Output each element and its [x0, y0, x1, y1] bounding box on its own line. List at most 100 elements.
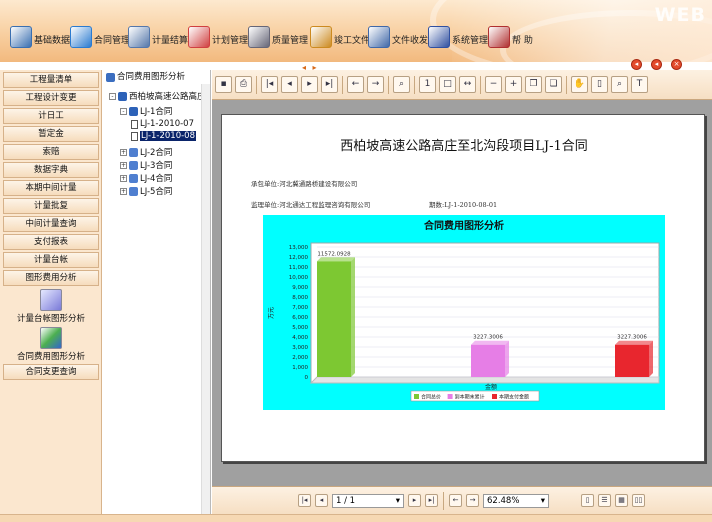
back-icon[interactable]: ← — [449, 494, 462, 507]
last-page-icon[interactable]: ▸| — [321, 76, 338, 93]
contract-icon — [70, 26, 92, 48]
toolbar-button-7[interactable]: 文件收发 — [368, 18, 428, 50]
page-setup-icon[interactable]: ▯ — [591, 76, 608, 93]
contract-icon — [129, 186, 138, 196]
project-icon — [118, 91, 127, 101]
nav-item-11[interactable]: 计量台帐 — [3, 252, 99, 268]
forward-icon[interactable]: → — [466, 494, 479, 507]
tree-node[interactable]: + LJ-2合同 — [120, 146, 172, 158]
last-page-icon[interactable]: ▸| — [425, 494, 438, 507]
toolbar-button-4[interactable]: 计划管理 — [188, 18, 248, 50]
toolbar-button-label: 计划管理 — [212, 36, 249, 46]
nav-item-12[interactable]: 图形费用分析 — [3, 270, 99, 286]
print-icon[interactable]: ⎙ — [235, 76, 252, 93]
legend-swatch — [447, 394, 453, 399]
viewer-statusbar: |◂ ◂ 1 / 1 ▾ ▸ ▸| ← → 62.48% ▾ ▯ ☰ ▦ ▯▯ — [212, 486, 712, 514]
nav-item-8[interactable]: 计量批复 — [3, 198, 99, 214]
actual-size-icon[interactable]: 1 — [419, 76, 436, 93]
tree-node[interactable]: + LJ-5合同 — [120, 185, 172, 197]
tree-node[interactable]: LJ-1-2010-08 — [131, 131, 196, 141]
ledger-chart-icon — [40, 289, 62, 311]
paste-icon[interactable]: ❏ — [545, 76, 562, 93]
expand-icon[interactable]: + — [120, 187, 127, 195]
nav-item-contract-change-query[interactable]: 合同支更查询 — [3, 364, 99, 380]
zoom-out-icon[interactable]: − — [485, 76, 502, 93]
first-page-icon[interactable]: |◂ — [298, 494, 311, 507]
contract-tree-panel: 合同费用图形分析 - 西柏坡高速公路高庄 - LJ-1合同 LJ-1-2010-07… — [103, 70, 211, 514]
forward-icon[interactable]: → — [367, 76, 384, 93]
tree-node[interactable]: - LJ-1合同 — [120, 105, 172, 117]
tree-node[interactable]: + LJ-4合同 — [120, 172, 172, 184]
supervisor-line: 监理单位:河北通达工程监理咨询有限公司 — [251, 201, 371, 209]
tree-root-node[interactable]: - 西柏坡高速公路高庄 — [109, 90, 206, 102]
toolbar-button-label: 文件收发 — [392, 36, 429, 46]
zoom-in-icon[interactable]: + — [505, 76, 522, 93]
zoom-selector[interactable]: 62.48% ▾ — [483, 493, 549, 508]
find-icon[interactable]: ⌕ — [611, 76, 628, 93]
single-page-icon[interactable]: ▯ — [581, 494, 594, 507]
tree-scrollbar[interactable] — [201, 84, 210, 514]
bar-top — [317, 257, 355, 262]
first-page-icon[interactable]: |◂ — [261, 76, 278, 93]
save-icon[interactable]: ▪ — [215, 76, 232, 93]
legend-swatch — [414, 394, 419, 399]
y-tick-label: 7,000 — [292, 305, 308, 311]
fit-page-icon[interactable]: □ — [439, 76, 456, 93]
minimize-icon[interactable]: ◂ — [631, 59, 642, 70]
bar-side — [505, 340, 509, 377]
nav-item-3[interactable]: 计日工 — [3, 108, 99, 124]
copy-icon[interactable]: ❐ — [525, 76, 542, 93]
legend-swatch — [492, 394, 497, 399]
report-page: 西柏坡高速公路高庄至北沟段项目LJ-1合同 承包单位:河北冀通路桥建设有限公司 … — [221, 114, 705, 462]
toolbar-button-5[interactable]: 质量管理 — [248, 18, 308, 50]
nav-item-2[interactable]: 工程设计变更 — [3, 90, 99, 106]
tree-root-label: 西柏坡高速公路高庄 — [129, 92, 206, 102]
toolbar-button-2[interactable]: 合同管理 — [70, 18, 130, 50]
prev-page-icon[interactable]: ◂ — [281, 76, 298, 93]
nav-item-9[interactable]: 中间计量查询 — [3, 216, 99, 232]
tree-node-label: LJ-1-2010-08 — [140, 131, 196, 141]
continuous-page-icon[interactable]: ☰ — [598, 494, 611, 507]
expand-icon[interactable]: + — [120, 148, 127, 156]
prev-page-icon[interactable]: ◂ — [315, 494, 328, 507]
left-nav-panel: 工程量清单工程设计变更 计日工暂定金索赔数据字典本期中间计量 计量批复中间计量查询支… — [0, 70, 102, 514]
y-tick-label: 13,000 — [289, 245, 309, 251]
nav-item-icon-1[interactable]: 计量台帐图形分析 — [3, 289, 99, 324]
next-page-icon[interactable]: ▸ — [301, 76, 318, 93]
collapse-icon[interactable]: - — [120, 107, 127, 115]
nav-item-5[interactable]: 索赔 — [3, 144, 99, 160]
fit-width-icon[interactable]: ↔ — [459, 76, 476, 93]
toolbar-button-8[interactable]: 系统管理 — [428, 18, 488, 50]
toolbar-button-9[interactable]: 帮 助 — [488, 18, 533, 50]
close-icon[interactable]: × — [671, 59, 682, 70]
toolbar-separator — [256, 75, 257, 94]
nav-item-icon-2[interactable]: 合同费用图形分析 — [3, 327, 99, 362]
page-selector[interactable]: 1 / 1 ▾ — [332, 493, 404, 508]
collapse-icon[interactable]: - — [109, 92, 116, 100]
restore-icon[interactable]: ◂ — [651, 59, 662, 70]
tree-node[interactable]: + LJ-3合同 — [120, 159, 172, 171]
data-label: 11572.0928 — [317, 251, 351, 257]
expand-icon[interactable]: + — [120, 161, 127, 169]
plan-chart-icon — [188, 26, 210, 48]
tree-node[interactable]: LJ-1-2010-07 — [131, 119, 194, 129]
next-page-icon[interactable]: ▸ — [408, 494, 421, 507]
toolbar-button-3[interactable]: 计量结算 — [128, 18, 188, 50]
system-icon — [428, 26, 450, 48]
hand-tool-icon[interactable]: ✋ — [571, 76, 588, 93]
toolbar-button-6[interactable]: 竣工文件 — [310, 18, 370, 50]
back-icon[interactable]: ← — [347, 76, 364, 93]
expand-icon[interactable]: + — [120, 174, 127, 182]
two-page-icon[interactable]: ▯▯ — [632, 494, 645, 507]
nav-item-7[interactable]: 本期中间计量 — [3, 180, 99, 196]
nav-item-4[interactable]: 暂定金 — [3, 126, 99, 142]
nav-item-10[interactable]: 支付报表 — [3, 234, 99, 250]
tree-node-label: LJ-3合同 — [140, 161, 173, 171]
nav-item-6[interactable]: 数据字典 — [3, 162, 99, 178]
nav-item-1[interactable]: 工程量清单 — [3, 72, 99, 88]
multi-page-icon[interactable]: ▦ — [615, 494, 628, 507]
tree-node-label: LJ-4合同 — [140, 174, 173, 184]
zoom-icon[interactable]: ⌕ — [393, 76, 410, 93]
toolbar-button-1[interactable]: 基础数据 — [10, 18, 70, 50]
text-select-icon[interactable]: T — [631, 76, 648, 93]
